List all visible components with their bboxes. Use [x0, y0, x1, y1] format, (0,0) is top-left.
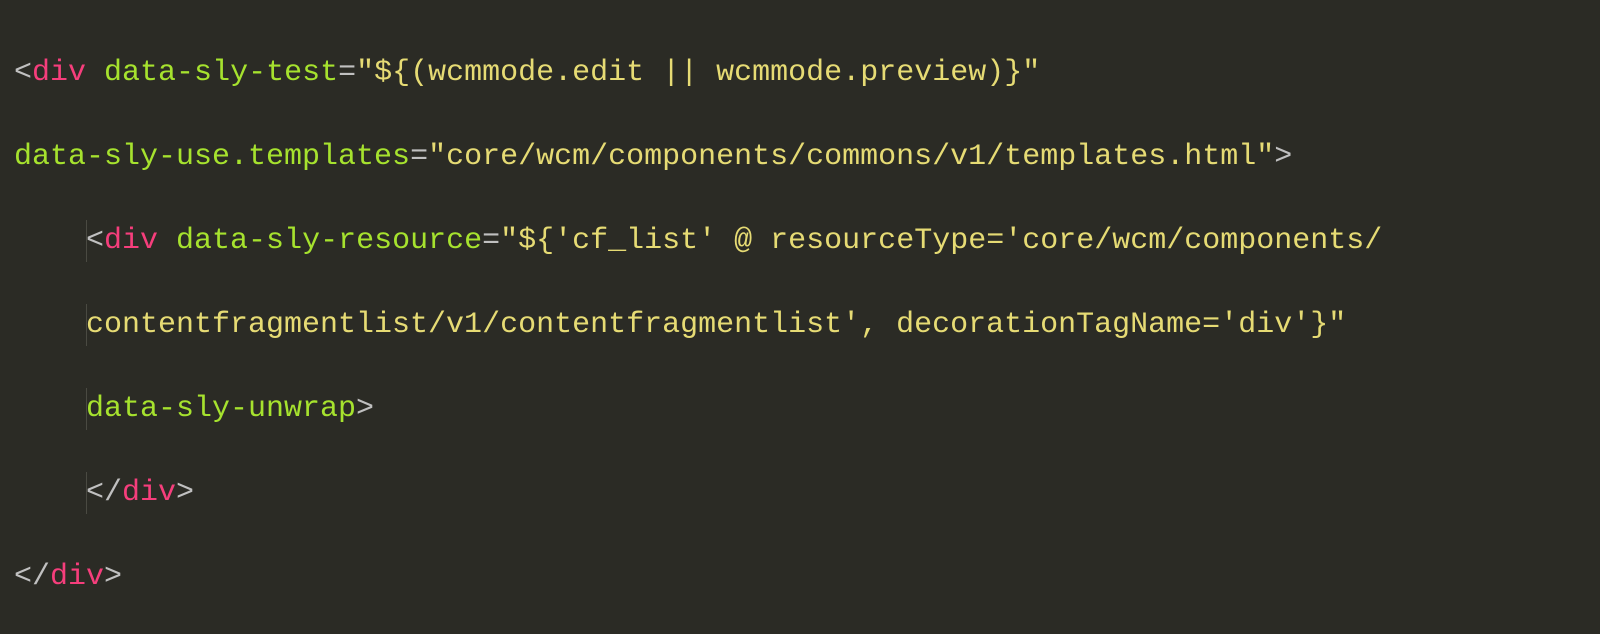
attr-name: data-sly-test [104, 56, 338, 90]
punct-open: </ [14, 560, 50, 594]
attr-name: data-sly-unwrap [86, 392, 356, 426]
tag-div: div [32, 56, 86, 90]
code-line: </div> [14, 472, 1586, 514]
space [86, 56, 104, 90]
equals: = [338, 56, 356, 90]
tag-div: div [50, 560, 104, 594]
tag-div: div [122, 476, 176, 510]
punct-open: < [86, 224, 104, 258]
code-editor[interactable]: <div data-sly-test="${(wcmmode.edit || w… [0, 0, 1600, 634]
code-line: <div data-sly-test="${(wcmmode.edit || w… [14, 52, 1586, 94]
punct-close: > [176, 476, 194, 510]
code-line: </div> [14, 556, 1586, 598]
attr-value: "core/wcm/components/commons/v1/template… [428, 140, 1274, 174]
equals: = [410, 140, 428, 174]
attr-name: data-sly-resource [176, 224, 482, 258]
code-line: contentfragmentlist/v1/contentfragmentli… [14, 304, 1586, 346]
code-line: data-sly-unwrap> [14, 388, 1586, 430]
equals: = [482, 224, 500, 258]
punct-close: > [1274, 140, 1292, 174]
punct-open: </ [86, 476, 122, 510]
attr-name: data-sly-use.templates [14, 140, 410, 174]
attr-value: contentfragmentlist/v1/contentfragmentli… [86, 308, 1346, 342]
code-line: data-sly-use.templates="core/wcm/compone… [14, 136, 1586, 178]
space [158, 224, 176, 258]
attr-value: "${'cf_list' @ resourceType='core/wcm/co… [500, 224, 1382, 258]
code-line: <div data-sly-resource="${'cf_list' @ re… [14, 220, 1586, 262]
punct-open: < [14, 56, 32, 90]
punct-close: > [356, 392, 374, 426]
punct-close: > [104, 560, 122, 594]
tag-div: div [104, 224, 158, 258]
attr-value: "${(wcmmode.edit || wcmmode.preview)}" [356, 56, 1040, 90]
